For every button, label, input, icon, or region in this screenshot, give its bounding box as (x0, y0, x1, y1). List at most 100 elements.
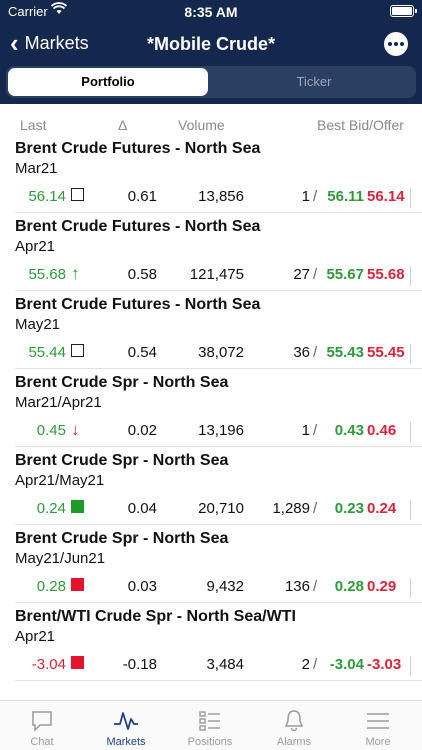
column-divider (410, 188, 411, 208)
best-offer: -3.03 (367, 656, 402, 673)
tab-label: Markets (106, 736, 146, 748)
menu-icon (363, 709, 393, 733)
column-divider (410, 656, 411, 676)
market-row[interactable]: Brent Crude Futures - North Sea Apr21 55.6… (0, 216, 422, 294)
price-change: 0.02 (127, 422, 157, 439)
best-bid: 56.11 (327, 188, 364, 205)
bid-quantity: 1 (301, 422, 310, 439)
last-price: 0.24 (36, 500, 66, 517)
best-offer: 55.68 (367, 266, 405, 283)
battery-icon (390, 5, 417, 17)
row-divider (15, 368, 422, 369)
best-offer: 0.29 (367, 578, 397, 595)
instrument-expiry: Apr21 (15, 628, 56, 645)
bid-offer-separator: / (313, 656, 318, 673)
best-bid: 55.67 (326, 266, 364, 283)
instrument-expiry: May21/Jun21 (15, 550, 106, 567)
market-row[interactable]: Brent Crude Futures - North Sea May21 55.4… (0, 294, 422, 372)
tab-label: Chat (30, 736, 54, 748)
red-square-icon (71, 578, 84, 591)
market-row[interactable]: Brent Crude Spr - North Sea Apr21/May21 0.… (0, 450, 422, 528)
best-offer: 0.24 (367, 500, 397, 517)
instrument-name: Brent Crude Futures - North Sea (15, 296, 261, 313)
tab-label: More (365, 736, 391, 748)
price-change: 0.03 (127, 578, 157, 595)
segmented-control: Portfolio Ticker (6, 66, 416, 98)
best-offer: 55.45 (367, 344, 405, 361)
best-bid: -3.04 (329, 656, 364, 673)
market-row[interactable]: Brent/WTI Crude Spr - North Sea/WTI Apr21… (0, 606, 422, 684)
tab-label: Alarms (276, 736, 312, 748)
volume-value: 121,475 (189, 266, 244, 283)
column-divider (410, 578, 411, 598)
tab-more[interactable]: More (336, 701, 420, 750)
instrument-name: Brent Crude Futures - North Sea (15, 140, 261, 157)
row-divider (15, 524, 422, 525)
tab-chat[interactable]: Chat (0, 701, 84, 750)
row-divider (15, 446, 422, 447)
market-row[interactable]: Brent Crude Spr - North Sea May21/Jun21 0.… (0, 528, 422, 606)
bid-quantity: 136 (284, 578, 310, 595)
header: Carrier 8:35 AM ‹ Markets *Mobile Crude*… (0, 0, 422, 104)
volume-value: 13,856 (198, 188, 244, 205)
arrow-up-icon: ↑ (71, 264, 80, 283)
row-divider (15, 212, 422, 213)
positions-icon (195, 709, 225, 733)
bid-offer-separator: / (313, 344, 318, 361)
instrument-name: Brent Crude Spr - North Sea (15, 530, 229, 547)
status-bar: Carrier 8:35 AM (0, 0, 422, 24)
quote-values: 56.14 0.61 13,856 1/56.11 56.14 (0, 188, 422, 208)
best-offer: 56.14 (367, 188, 405, 205)
instrument-name: Brent Crude Spr - North Sea (15, 374, 229, 391)
price-change: 0.54 (127, 344, 157, 361)
instrument-expiry: Mar21 (15, 160, 58, 177)
bid-quantity: 1 (301, 188, 310, 205)
green-square-icon (71, 500, 84, 513)
price-change: 0.58 (127, 266, 157, 283)
bid-offer-separator: / (313, 188, 318, 205)
instrument-name: Brent Crude Spr - North Sea (15, 452, 229, 469)
dot-icon (394, 42, 398, 46)
instrument-expiry: Apr21 (15, 238, 56, 255)
market-row[interactable]: Brent Crude Spr - North Sea Mar21/Apr21 0.… (0, 372, 422, 450)
volume-value: 3,484 (206, 656, 244, 673)
column-header-delta[interactable]: Δ (118, 117, 127, 133)
last-price: -3.04 (31, 656, 66, 673)
markets-icon (111, 709, 141, 733)
column-divider (410, 500, 411, 520)
tab-markets[interactable]: Markets (84, 701, 168, 750)
red-square-icon (71, 656, 84, 669)
best-offer: 0.46 (367, 422, 397, 439)
bid-offer-separator: / (313, 578, 318, 595)
instrument-expiry: Apr21/May21 (15, 472, 105, 489)
volume-value: 13,196 (198, 422, 244, 439)
best-bid: 0.23 (334, 500, 364, 517)
bid-quantity: 36 (293, 344, 310, 361)
tab-positions[interactable]: Positions (168, 701, 252, 750)
row-divider (15, 602, 422, 603)
tab-label: Positions (187, 736, 233, 748)
status-time: 8:35 AM (184, 4, 238, 20)
last-price: 56.14 (28, 188, 66, 205)
arrow-down-icon: ↓ (71, 420, 80, 439)
segment-ticker[interactable]: Ticker (214, 68, 414, 96)
column-header-volume[interactable]: Volume (178, 117, 225, 133)
instrument-name: Brent Crude Futures - North Sea (15, 218, 261, 235)
quote-values: 55.44 0.54 38,072 36/ 55.43 55.45 (0, 344, 422, 364)
quote-values: 0.45 ↓ 0.02 13,196 1/ 0.43 0.46 (0, 420, 422, 442)
market-row[interactable]: Brent Crude Futures - North Sea Mar21 56.1… (0, 138, 422, 216)
segment-portfolio[interactable]: Portfolio (8, 68, 208, 96)
dot-icon (400, 42, 404, 46)
column-header-last[interactable]: Last (20, 117, 46, 133)
quote-values: 0.24 0.04 20,710 1,289/0.23 0.24 (0, 500, 422, 520)
tab-alarms[interactable]: Alarms (252, 701, 336, 750)
column-headers: Last Δ Volume Best Bid/Offer (0, 117, 422, 135)
bid-offer-separator: / (313, 422, 318, 439)
volume-value: 9,432 (206, 578, 244, 595)
bid-quantity: 27 (293, 266, 310, 283)
bid-quantity: 1,289 (272, 500, 310, 517)
bid-quantity: 2 (301, 656, 310, 673)
more-options-button[interactable] (384, 32, 408, 56)
column-header-best-bid-offer[interactable]: Best Bid/Offer (317, 117, 404, 133)
row-divider (15, 290, 422, 291)
